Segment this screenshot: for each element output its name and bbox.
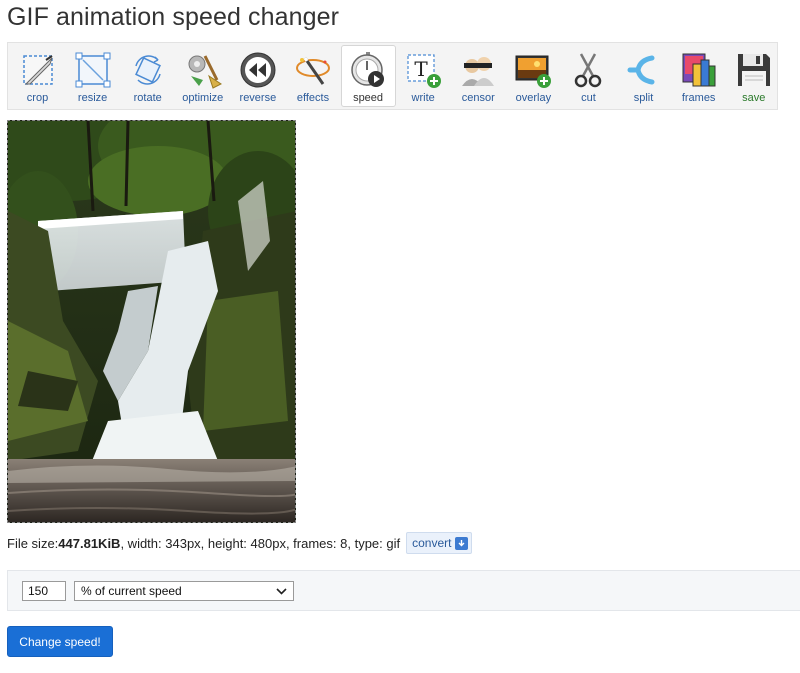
censor-faces-icon	[456, 49, 500, 91]
tool-label: save	[742, 92, 766, 104]
tool-label: effects	[296, 92, 330, 104]
file-info: File size: 447.81KiB, width: 343px, heig…	[7, 532, 473, 554]
svg-text:T: T	[414, 57, 428, 81]
tool-label: cut	[581, 92, 596, 104]
scissors-icon	[566, 49, 610, 91]
change-speed-button[interactable]: Change speed!	[7, 626, 113, 657]
tool-reverse[interactable]: reverse	[230, 45, 285, 107]
tool-overlay[interactable]: overlay	[506, 45, 561, 107]
magic-wand-icon	[291, 49, 335, 91]
tool-label: overlay	[515, 92, 552, 104]
tool-label: frames	[681, 92, 716, 104]
tool-rotate[interactable]: rotate	[120, 45, 175, 107]
tool-label: censor	[461, 92, 495, 104]
tool-resize[interactable]: resize	[65, 45, 120, 107]
page-title: GIF animation speed changer	[7, 3, 340, 31]
split-icon	[622, 49, 666, 91]
speed-mode-select[interactable]: % of current speed	[74, 581, 294, 601]
crop-icon	[16, 49, 60, 91]
gif-preview-image	[7, 120, 296, 523]
resize-icon	[71, 49, 115, 91]
tool-label: optimize	[182, 92, 224, 104]
tool-optimize[interactable]: optimize	[175, 45, 230, 107]
rotate-icon	[126, 49, 170, 91]
text-add-icon: T	[401, 49, 445, 91]
rewind-icon	[236, 49, 280, 91]
frames-icon	[677, 49, 721, 91]
tool-effects[interactable]: effects	[285, 45, 340, 107]
file-size-value: 447.81KiB	[58, 535, 121, 551]
download-arrow-icon	[455, 536, 469, 550]
tool-toolbar: crop resize rotate optimize reverse effe…	[7, 42, 778, 110]
image-overlay-icon	[511, 49, 555, 91]
tool-label: split	[633, 92, 654, 104]
waterfall-photo	[8, 121, 295, 522]
tool-save[interactable]: save	[726, 45, 781, 107]
optimize-broom-icon	[181, 49, 225, 91]
file-size-label: File size:	[7, 535, 59, 551]
tool-write[interactable]: T write	[396, 45, 451, 107]
tool-label: resize	[77, 92, 108, 104]
tool-label: rotate	[133, 92, 162, 104]
tool-speed[interactable]: speed	[340, 45, 396, 107]
tool-label: speed	[353, 92, 384, 104]
tool-cut[interactable]: cut	[561, 45, 616, 107]
tool-frames[interactable]: frames	[671, 45, 726, 107]
convert-button[interactable]: convert	[406, 532, 473, 554]
speed-options-panel: % of current speed	[7, 570, 800, 611]
stopwatch-icon	[346, 49, 390, 91]
tool-label: write	[411, 92, 435, 104]
floppy-disk-icon	[732, 49, 776, 91]
tool-label: crop	[26, 92, 49, 104]
chevron-down-icon	[276, 584, 287, 598]
file-details: , width: 343px, height: 480px, frames: 8…	[120, 535, 401, 551]
page: GIF animation speed changer crop resize …	[0, 0, 800, 673]
speed-value-input[interactable]	[22, 581, 66, 601]
tool-label: reverse	[239, 92, 277, 104]
convert-label: convert	[412, 536, 452, 550]
speed-mode-value: % of current speed	[81, 584, 182, 598]
tool-crop[interactable]: crop	[10, 45, 65, 107]
tool-split[interactable]: split	[616, 45, 671, 107]
tool-censor[interactable]: censor	[451, 45, 506, 107]
